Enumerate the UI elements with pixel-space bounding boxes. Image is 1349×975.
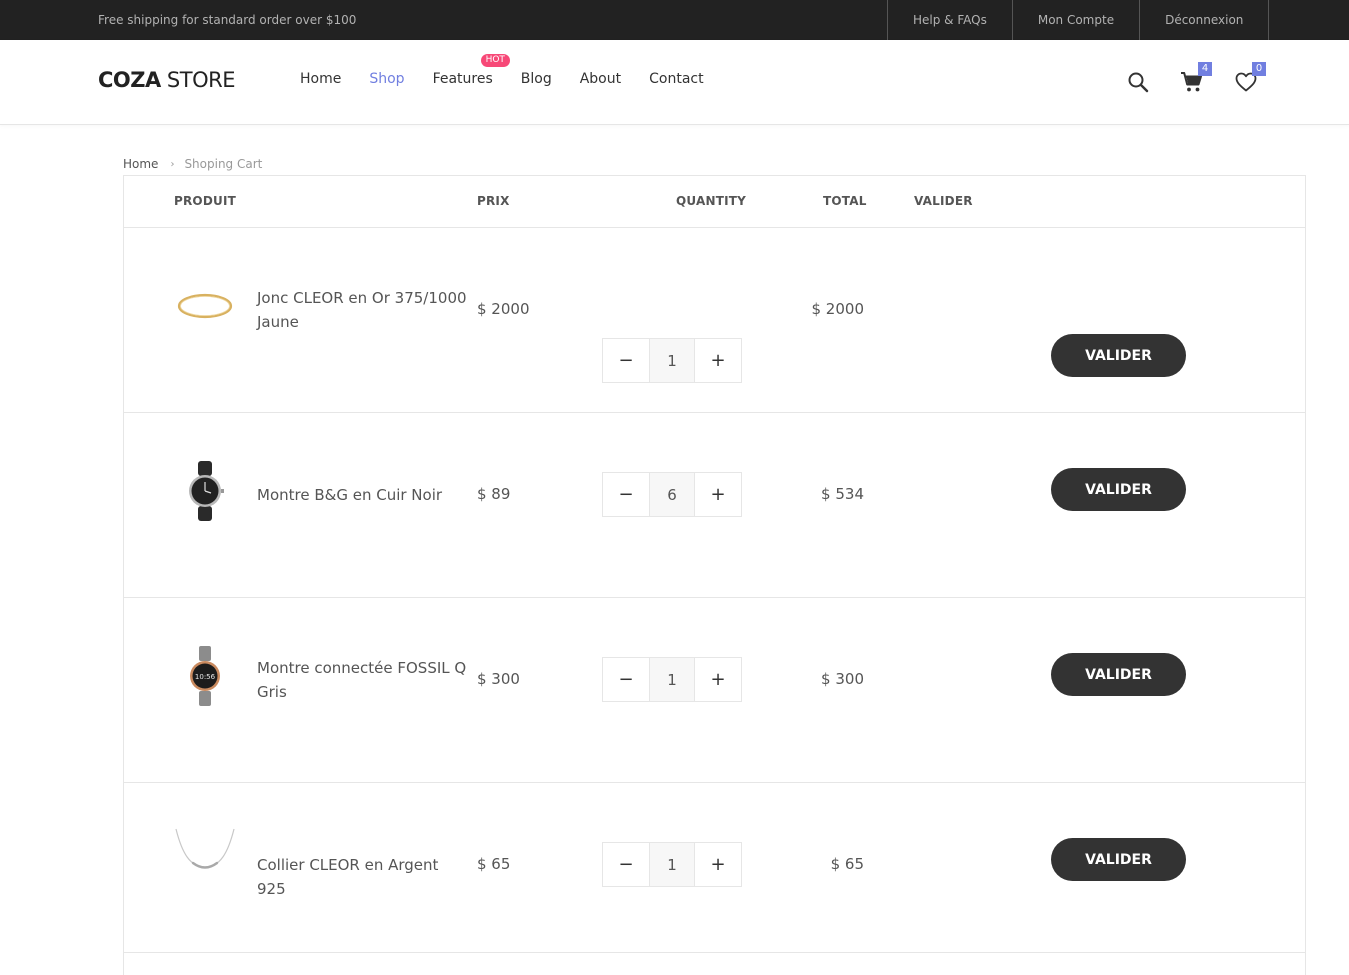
breadcrumb-home[interactable]: Home: [123, 157, 158, 171]
svg-text:10:56: 10:56: [195, 673, 216, 681]
validate-button[interactable]: VALIDER: [1051, 468, 1186, 511]
row-total: $ 534: [821, 485, 864, 503]
quantity-stepper: − +: [602, 842, 742, 887]
main-header: COZA STORE Home Shop Features HOT Blog Ab…: [0, 40, 1349, 125]
hot-badge: HOT: [480, 54, 510, 67]
nav-features-label: Features: [432, 71, 493, 87]
quantity-input[interactable]: [649, 658, 695, 701]
decrease-button[interactable]: −: [603, 658, 649, 701]
header-product: PRODUIT: [174, 194, 236, 208]
increase-button[interactable]: +: [695, 473, 741, 516]
nav-blog[interactable]: Blog: [521, 71, 552, 87]
decrease-button[interactable]: −: [603, 473, 649, 516]
row-total: $ 2000: [811, 300, 865, 318]
table-row: Jonc CLEOR en Or 375/1000 Jaune $ 2000 −…: [124, 228, 1305, 413]
row-total: $ 300: [821, 670, 864, 688]
header-price: PRIX: [477, 194, 510, 208]
store-logo[interactable]: COZA STORE: [98, 68, 235, 92]
header-icons: 4 0: [1126, 62, 1288, 94]
validate-button[interactable]: VALIDER: [1051, 838, 1186, 881]
logo-light-text: STORE: [160, 68, 236, 92]
main-nav: Home Shop Features HOT Blog About Contact: [300, 54, 732, 87]
validate-button[interactable]: VALIDER: [1051, 334, 1186, 377]
header-validate: VALIDER: [914, 194, 973, 208]
increase-button[interactable]: +: [695, 339, 741, 382]
quantity-stepper: − +: [602, 472, 742, 517]
gold-bangle-image[interactable]: [174, 275, 236, 337]
increase-button[interactable]: +: [695, 843, 741, 886]
product-price: $ 2000: [477, 300, 530, 318]
product-name[interactable]: Montre B&G en Cuir Noir: [257, 483, 467, 507]
quantity-input[interactable]: [649, 339, 695, 382]
cart-table: PRODUIT PRIX QUANTITY TOTAL VALIDER Jonc…: [123, 175, 1306, 975]
logo-bold-text: COZA: [98, 68, 161, 92]
quantity-input[interactable]: [649, 473, 695, 516]
product-price: $ 300: [477, 670, 520, 688]
header-quantity: QUANTITY: [676, 194, 747, 208]
quantity-stepper: − +: [602, 338, 742, 383]
smartwatch-image[interactable]: 10:56: [174, 645, 236, 707]
quantity-stepper: − +: [602, 657, 742, 702]
product-name[interactable]: Jonc CLEOR en Or 375/1000 Jaune: [257, 286, 467, 334]
row-total: $ 65: [830, 855, 864, 873]
decrease-button[interactable]: −: [603, 843, 649, 886]
nav-contact[interactable]: Contact: [649, 71, 703, 87]
table-header: PRODUIT PRIX QUANTITY TOTAL VALIDER: [124, 176, 1305, 228]
search-icon[interactable]: [1126, 70, 1150, 94]
increase-button[interactable]: +: [695, 658, 741, 701]
shipping-promo-text: Free shipping for standard order over $1…: [98, 13, 357, 27]
chevron-right-icon: ›: [170, 158, 175, 170]
quantity-input[interactable]: [649, 843, 695, 886]
nav-about[interactable]: About: [580, 71, 621, 87]
breadcrumb-current: Shoping Cart: [184, 157, 263, 171]
decrease-button[interactable]: −: [603, 339, 649, 382]
validate-button[interactable]: VALIDER: [1051, 653, 1186, 696]
table-row: Montre B&G en Cuir Noir $ 89 − + $ 534 V…: [124, 413, 1305, 598]
product-name[interactable]: Collier CLEOR en Argent 925: [257, 853, 467, 901]
silver-necklace-image[interactable]: [174, 827, 236, 889]
my-account-link[interactable]: Mon Compte: [1011, 0, 1139, 40]
product-price: $ 65: [477, 855, 511, 873]
breadcrumb: Home › Shoping Cart: [123, 157, 262, 171]
table-row: 10:56 Montre connectée FOSSIL Q Gris $ 3…: [124, 598, 1305, 783]
product-name[interactable]: Montre connectée FOSSIL Q Gris: [257, 656, 467, 704]
cart-count-badge: 4: [1198, 62, 1212, 76]
nav-home[interactable]: Home: [300, 71, 341, 87]
cart-icon[interactable]: 4: [1180, 62, 1212, 94]
product-price: $ 89: [477, 485, 511, 503]
heart-icon[interactable]: 0: [1234, 62, 1266, 94]
top-bar: Free shipping for standard order over $1…: [0, 0, 1349, 40]
top-links: Help & FAQs Mon Compte Déconnexion: [887, 0, 1270, 40]
table-row: Collier CLEOR en Argent 925 $ 65 − + $ 6…: [124, 783, 1305, 953]
logout-link[interactable]: Déconnexion: [1139, 0, 1270, 40]
nav-features[interactable]: Features HOT: [432, 54, 510, 87]
wishlist-count-badge: 0: [1252, 62, 1266, 76]
leather-watch-image[interactable]: [174, 460, 236, 522]
help-faqs-link[interactable]: Help & FAQs: [887, 0, 1012, 40]
nav-shop[interactable]: Shop: [369, 71, 404, 87]
header-total: TOTAL: [823, 194, 867, 208]
